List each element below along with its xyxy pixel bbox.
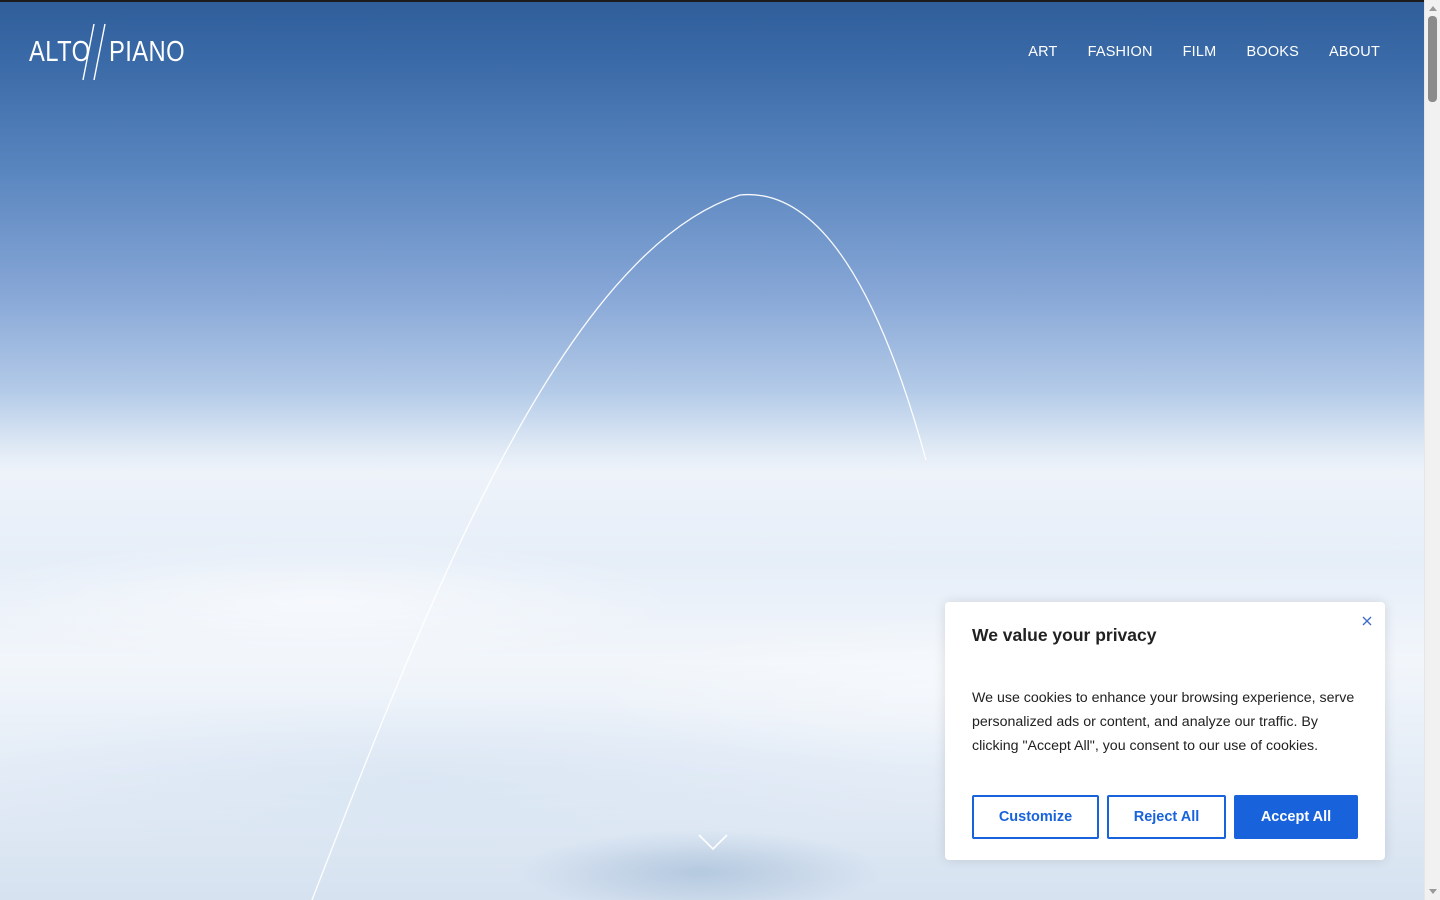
scrollbar-thumb[interactable] bbox=[1428, 16, 1437, 102]
scroll-down-arrow-icon[interactable] bbox=[1429, 889, 1437, 894]
scroll-down-chevron-icon[interactable] bbox=[697, 832, 729, 852]
site-logo[interactable]: ALTO PIANO bbox=[29, 22, 202, 82]
nav-item-books[interactable]: BOOKS bbox=[1246, 44, 1299, 60]
nav-item-about[interactable]: ABOUT bbox=[1329, 44, 1380, 60]
nav-item-fashion[interactable]: FASHION bbox=[1088, 44, 1153, 60]
cookie-description: We use cookies to enhance your browsing … bbox=[972, 690, 1355, 754]
reject-all-button[interactable]: Reject All bbox=[1107, 795, 1226, 839]
close-icon[interactable] bbox=[1359, 613, 1375, 629]
logo-word-alto: ALTO bbox=[29, 35, 91, 68]
scroll-up-arrow-icon[interactable] bbox=[1429, 6, 1437, 11]
accept-all-button[interactable]: Accept All bbox=[1234, 795, 1358, 839]
main-navigation: ART FASHION FILM BOOKS ABOUT bbox=[1028, 44, 1380, 60]
customize-button[interactable]: Customize bbox=[972, 795, 1099, 839]
cookie-consent-banner: We value your privacy We use cookies to … bbox=[945, 602, 1385, 860]
nav-item-art[interactable]: ART bbox=[1028, 44, 1057, 60]
nav-item-film[interactable]: FILM bbox=[1183, 44, 1217, 60]
cookie-title: We value your privacy bbox=[972, 625, 1157, 645]
logo-word-piano: PIANO bbox=[109, 35, 186, 68]
page-scrollbar[interactable] bbox=[1424, 0, 1440, 900]
